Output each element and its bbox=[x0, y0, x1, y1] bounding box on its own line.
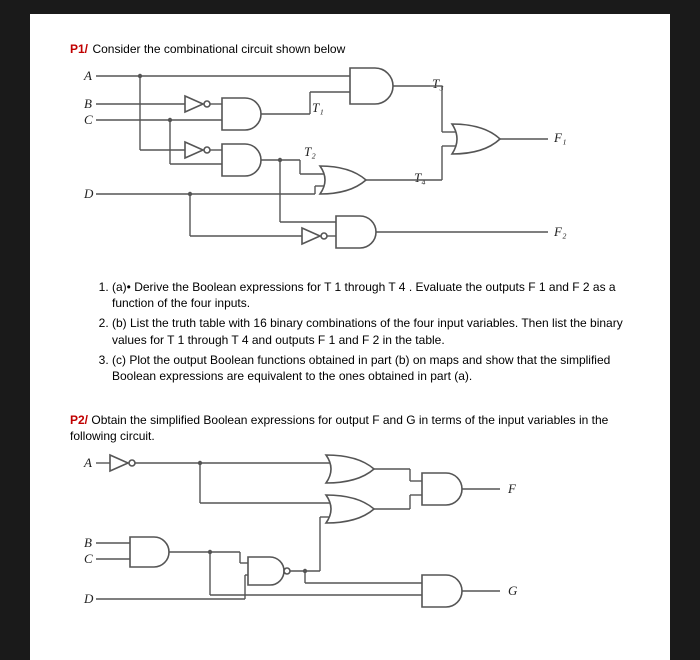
p1-question-list: (a)• Derive the Boolean expressions for … bbox=[70, 279, 630, 384]
p1-q3: (c) Plot the output Boolean functions ob… bbox=[112, 352, 630, 384]
p2-input-A: A bbox=[83, 455, 92, 470]
p1-circuit-diagram: A B C D T₁ T₂ bbox=[70, 58, 590, 268]
p1-input-A: A bbox=[83, 68, 92, 83]
p1-signal-T4: T₄ bbox=[414, 170, 426, 185]
p1-label: P1/ bbox=[70, 42, 88, 56]
p2-input-C: C bbox=[84, 551, 93, 566]
p1-input-D: D bbox=[83, 186, 94, 201]
p2-output-G: G bbox=[508, 583, 518, 598]
p1-title: Consider the combinational circuit shown… bbox=[92, 42, 345, 56]
p2-heading-line: P2/ Obtain the simplified Boolean expres… bbox=[70, 412, 630, 444]
p2-input-B: B bbox=[84, 535, 92, 550]
p1-signal-T1: T₁ bbox=[312, 100, 324, 115]
p2-circuit-diagram: A B C D bbox=[70, 445, 590, 615]
p2-title: Obtain the simplified Boolean expression… bbox=[70, 413, 608, 443]
document-page: P1/ Consider the combinational circuit s… bbox=[30, 14, 670, 660]
p1-input-B: B bbox=[84, 96, 92, 111]
p1-q1: (a)• Derive the Boolean expressions for … bbox=[112, 279, 630, 311]
p1-signal-F1: F₁ bbox=[553, 130, 566, 145]
p1-signal-F2: F₂ bbox=[553, 224, 567, 239]
p2-output-F: F bbox=[507, 481, 517, 496]
p1-q2: (b) List the truth table with 16 binary … bbox=[112, 315, 630, 347]
p1-signal-T2: T₂ bbox=[304, 144, 316, 159]
p1-heading-line: P1/ Consider the combinational circuit s… bbox=[70, 40, 630, 58]
p2-input-D: D bbox=[83, 591, 94, 606]
p1-input-C: C bbox=[84, 112, 93, 127]
p2-label: P2/ bbox=[70, 413, 88, 427]
